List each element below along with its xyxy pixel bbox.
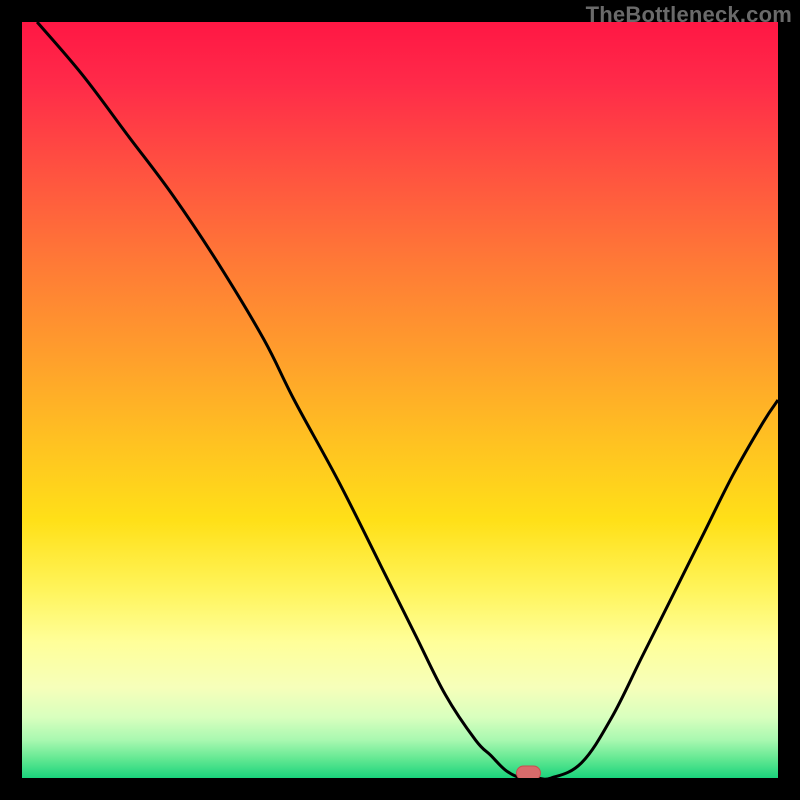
app-frame: TheBottleneck.com bbox=[0, 0, 800, 800]
plot-area bbox=[22, 22, 778, 778]
optimal-marker bbox=[517, 766, 541, 778]
bottleneck-chart bbox=[22, 22, 778, 778]
watermark-label: TheBottleneck.com bbox=[586, 2, 792, 28]
gradient-background bbox=[22, 22, 778, 778]
